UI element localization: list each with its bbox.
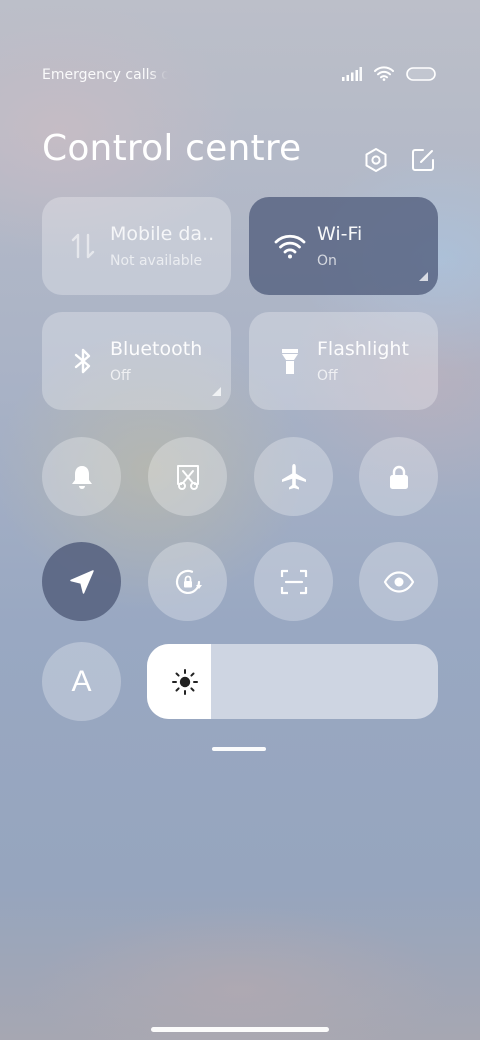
- airplane-icon: [281, 463, 306, 489]
- sun-icon: [172, 669, 198, 695]
- lock-icon: [389, 465, 408, 489]
- settings-icon[interactable]: [362, 146, 390, 174]
- toggle-reading-mode[interactable]: [359, 542, 438, 621]
- tile-bluetooth[interactable]: Bluetooth Off: [42, 312, 231, 410]
- tile-wifi[interactable]: Wi-Fi On: [249, 197, 438, 295]
- panel-handle[interactable]: [212, 747, 266, 751]
- toggle-rotation-lock[interactable]: [148, 542, 227, 621]
- tile-mobile-data-state: Not available: [110, 253, 203, 269]
- battery-icon: [406, 66, 436, 81]
- toggle-scanner[interactable]: [254, 542, 333, 621]
- toggle-location[interactable]: [42, 542, 121, 621]
- toggle-lock-screen[interactable]: [359, 437, 438, 516]
- wifi-icon: [374, 66, 394, 81]
- scan-icon: [280, 569, 307, 594]
- home-indicator[interactable]: [151, 1027, 329, 1032]
- tile-wifi-label: Wi-Fi: [317, 223, 363, 245]
- tile-flashlight-state: Off: [317, 368, 338, 384]
- tile-mobile-data[interactable]: Mobile da.. Not available: [42, 197, 231, 295]
- auto-brightness-icon: A: [71, 664, 92, 698]
- toggle-sound[interactable]: [42, 437, 121, 516]
- location-icon: [69, 569, 94, 594]
- toggle-screenshot[interactable]: [148, 437, 227, 516]
- tile-bluetooth-expand-corner[interactable]: [212, 387, 221, 396]
- mobile-data-icon: [71, 233, 95, 259]
- rotation-lock-icon: [175, 569, 202, 594]
- tile-mobile-data-label: Mobile da..: [110, 223, 215, 245]
- bluetooth-icon: [74, 348, 91, 374]
- flashlight-icon: [282, 349, 298, 374]
- tile-bluetooth-label: Bluetooth: [110, 338, 203, 360]
- signal-icon: [342, 66, 362, 81]
- status-icons: [342, 66, 436, 81]
- tile-wifi-expand-corner[interactable]: [419, 272, 428, 281]
- bell-icon: [71, 465, 92, 489]
- tile-flashlight[interactable]: Flashlight Off: [249, 312, 438, 410]
- status-text: Emergency calls only: [42, 67, 168, 83]
- page-title: Control centre: [42, 128, 302, 169]
- toggle-airplane[interactable]: [254, 437, 333, 516]
- wifi-icon: [274, 234, 306, 259]
- edit-icon[interactable]: [409, 146, 437, 174]
- eye-icon: [383, 570, 414, 593]
- screenshot-icon: [176, 464, 199, 490]
- brightness-slider[interactable]: [147, 644, 438, 719]
- tile-wifi-state: On: [317, 253, 337, 269]
- tile-bluetooth-state: Off: [110, 368, 131, 384]
- tile-flashlight-label: Flashlight: [317, 338, 409, 360]
- auto-brightness-button[interactable]: A: [42, 642, 121, 721]
